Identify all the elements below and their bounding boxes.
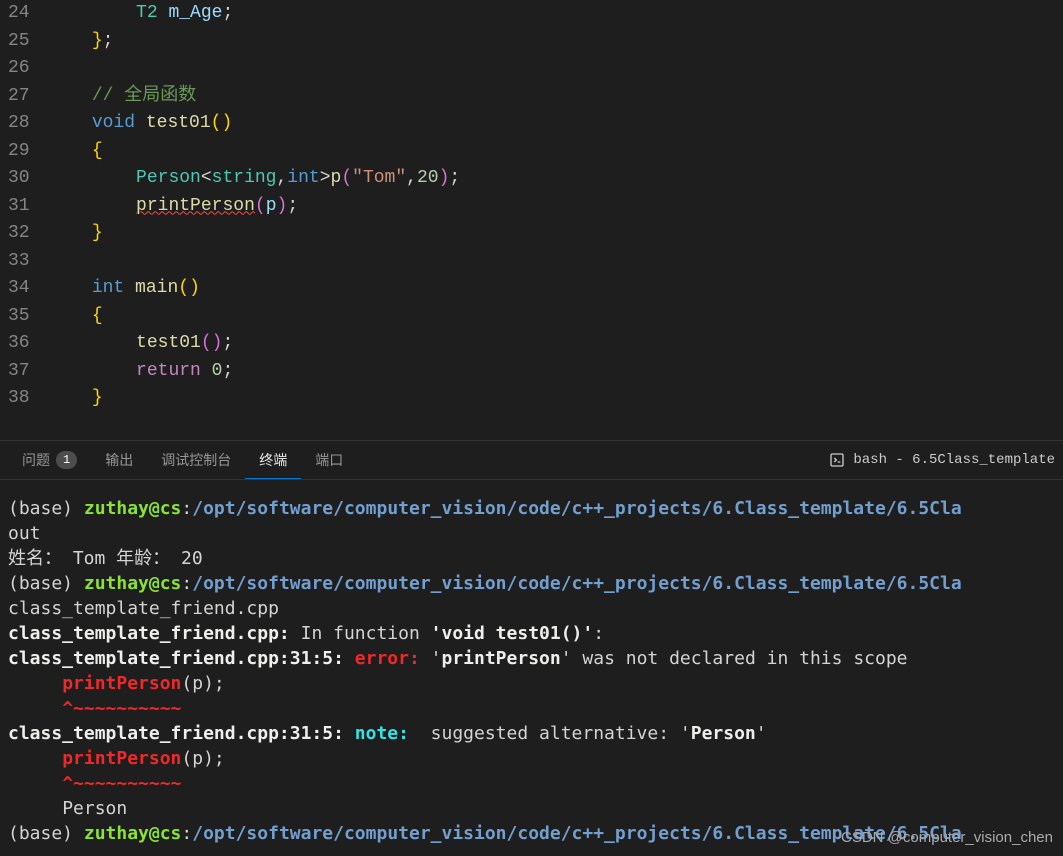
terminal-line: 姓名： Tom 年龄： 20	[8, 548, 203, 569]
code-line[interactable]: };	[48, 28, 1063, 56]
note-label: note:	[344, 723, 420, 744]
code-line[interactable]: // 全局函数	[48, 83, 1063, 111]
line-number-gutter: 242526272829303132333435363738	[0, 0, 48, 440]
code-line[interactable]: int main()	[48, 275, 1063, 303]
line-number: 24	[8, 0, 30, 28]
line-number: 28	[8, 110, 30, 138]
prompt-user: zuthay@cs	[84, 573, 182, 594]
terminal-icon	[829, 452, 845, 468]
prompt-user: zuthay@cs	[84, 823, 182, 844]
error-snippet-args: (p);	[181, 748, 224, 769]
code-line[interactable]: T2 m_Age;	[48, 0, 1063, 28]
note-symbol: Person	[691, 723, 756, 744]
tab-ports[interactable]: 端口	[301, 442, 357, 478]
code-line[interactable]: test01();	[48, 330, 1063, 358]
code-line[interactable]	[48, 55, 1063, 83]
terminal-output[interactable]: (base) zuthay@cs:/opt/software/computer_…	[0, 480, 1063, 856]
line-number: 34	[8, 275, 30, 303]
terminal-line: class_template_friend.cpp	[8, 598, 279, 619]
code-content[interactable]: T2 m_Age; }; // 全局函数 void test01() { Per…	[48, 0, 1063, 440]
shell-label: bash - 6.5Class_template	[853, 452, 1055, 468]
code-editor[interactable]: 242526272829303132333435363738 T2 m_Age;…	[0, 0, 1063, 440]
error-snippet-fn: printPerson	[8, 673, 181, 694]
prompt-path: /opt/software/computer_vision/code/c++_p…	[192, 498, 961, 519]
tab-label: 输出	[105, 450, 133, 470]
code-line[interactable]: }	[48, 220, 1063, 248]
error-snippet-fn: printPerson	[8, 748, 181, 769]
line-number: 38	[8, 385, 30, 413]
line-number: 29	[8, 138, 30, 166]
line-number: 37	[8, 358, 30, 386]
compiler-file: class_template_friend.cpp:	[8, 623, 290, 644]
tab-label: 终端	[259, 450, 287, 470]
terminal-line: out	[8, 523, 41, 544]
compiler-loc: class_template_friend.cpp:31:5:	[8, 723, 344, 744]
code-line[interactable]: }	[48, 385, 1063, 413]
line-number: 35	[8, 303, 30, 331]
line-number: 26	[8, 55, 30, 83]
code-line[interactable]	[48, 248, 1063, 276]
prompt-colon: :	[181, 573, 192, 594]
error-label: error:	[344, 648, 431, 669]
code-line[interactable]: printPerson(p);	[48, 193, 1063, 221]
compiler-text: In function	[290, 623, 431, 644]
line-number: 30	[8, 165, 30, 193]
tab-problems[interactable]: 问题 1	[8, 442, 91, 478]
tab-label: 调试控制台	[161, 450, 231, 470]
compiler-loc: class_template_friend.cpp:31:5:	[8, 648, 344, 669]
compiler-text: '	[431, 648, 442, 669]
prompt-base: (base)	[8, 498, 84, 519]
compiler-text: :	[593, 623, 604, 644]
code-line[interactable]: Person<string,int>p("Tom",20);	[48, 165, 1063, 193]
line-number: 31	[8, 193, 30, 221]
line-number: 36	[8, 330, 30, 358]
panel-tab-bar: 问题 1 输出 调试控制台 终端 端口 bash - 6.5Class_temp…	[0, 440, 1063, 480]
note-text: suggested alternative: '	[420, 723, 691, 744]
tab-output[interactable]: 输出	[91, 442, 147, 478]
line-number: 32	[8, 220, 30, 248]
note-text: '	[756, 723, 767, 744]
prompt-colon: :	[181, 823, 192, 844]
tab-debug-console[interactable]: 调试控制台	[147, 442, 245, 478]
compiler-fn: 'void test01()'	[431, 623, 594, 644]
line-number: 27	[8, 83, 30, 111]
error-caret: ^~~~~~~~~~~	[8, 773, 181, 794]
prompt-base: (base)	[8, 573, 84, 594]
prompt-user: zuthay@cs	[84, 498, 182, 519]
watermark: CSDN @computer_vision_chen	[841, 825, 1053, 850]
code-line[interactable]: return 0;	[48, 358, 1063, 386]
prompt-base: (base)	[8, 823, 84, 844]
tab-terminal[interactable]: 终端	[245, 442, 301, 479]
code-line[interactable]: {	[48, 138, 1063, 166]
line-number: 25	[8, 28, 30, 56]
problems-count-badge: 1	[56, 451, 77, 469]
error-symbol: printPerson	[442, 648, 561, 669]
code-line[interactable]: {	[48, 303, 1063, 331]
error-snippet-args: (p);	[181, 673, 224, 694]
prompt-colon: :	[181, 498, 192, 519]
compiler-text: ' was not declared in this scope	[561, 648, 908, 669]
line-number: 33	[8, 248, 30, 276]
error-caret: ^~~~~~~~~~~	[8, 698, 181, 719]
suggest-line: Person	[8, 798, 127, 819]
prompt-path: /opt/software/computer_vision/code/c++_p…	[192, 573, 961, 594]
tab-label: 端口	[315, 450, 343, 470]
terminal-shell-indicator[interactable]: bash - 6.5Class_template	[829, 452, 1055, 468]
code-line[interactable]: void test01()	[48, 110, 1063, 138]
tab-label: 问题	[22, 450, 50, 470]
